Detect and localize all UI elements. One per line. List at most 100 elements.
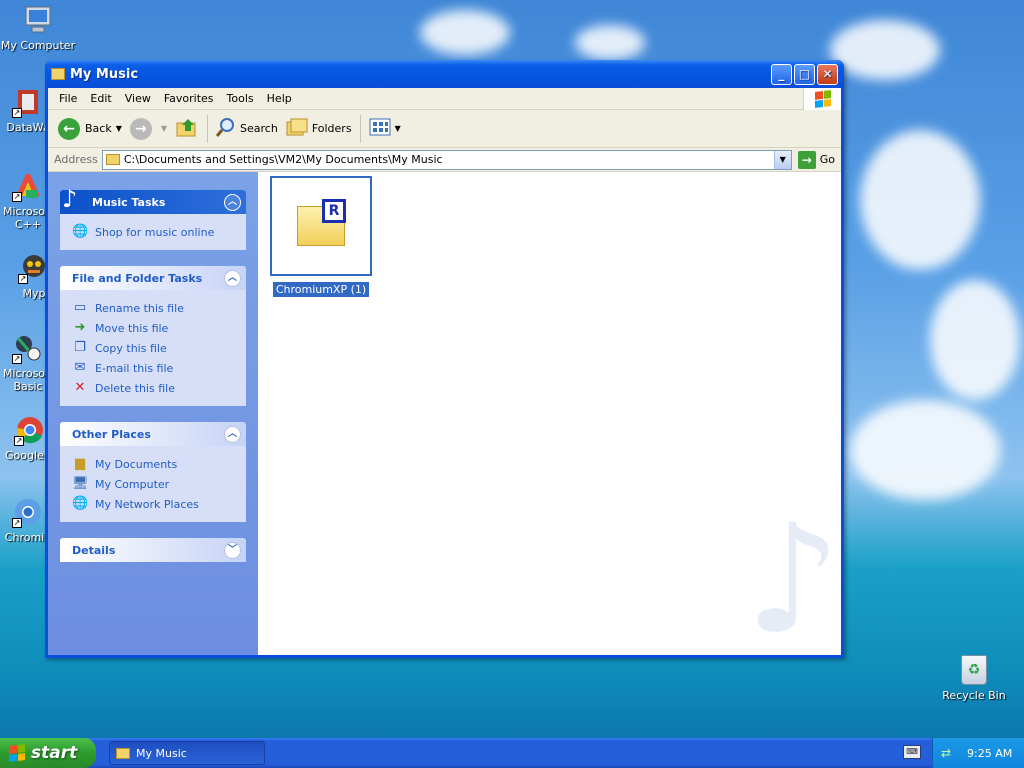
file-folder-tasks-header[interactable]: File and Folder Tasks ︿ bbox=[60, 266, 246, 290]
shortcut-arrow-icon: ↗ bbox=[14, 436, 24, 446]
file-view[interactable]: R ChromiumXP (1) ♪ bbox=[258, 172, 841, 655]
address-bar: Address C:\Documents and Settings\VM2\My… bbox=[48, 148, 841, 172]
cloud bbox=[420, 10, 510, 55]
task-move[interactable]: ➜ Move this file bbox=[72, 318, 236, 338]
datawa-icon: ↗ bbox=[12, 86, 44, 118]
details-header[interactable]: Details ﹀ bbox=[60, 538, 246, 562]
chevron-down-icon[interactable]: ▼ bbox=[161, 124, 167, 133]
taskbar-button-label: My Music bbox=[136, 746, 187, 760]
my-music-window[interactable]: My Music _ □ ✕ File Edit View Favorites … bbox=[45, 60, 844, 658]
folder-up-icon bbox=[175, 115, 199, 142]
chevron-down-icon[interactable]: ▼ bbox=[395, 124, 401, 133]
toolbar-separator bbox=[207, 114, 209, 143]
task-copy[interactable]: ❐ Copy this file bbox=[72, 338, 236, 358]
window-title: My Music bbox=[70, 66, 139, 82]
task-label: Delete this file bbox=[95, 381, 175, 395]
email-icon: ✉ bbox=[74, 360, 86, 375]
windows-logo-icon bbox=[9, 744, 25, 762]
file-name[interactable]: ChromiumXP (1) bbox=[272, 282, 370, 297]
chevron-up-icon[interactable]: ︿ bbox=[224, 269, 241, 287]
chevron-down-icon[interactable]: ▼ bbox=[773, 150, 791, 169]
back-arrow-icon: ← bbox=[58, 117, 80, 140]
shortcut-arrow-icon: ↗ bbox=[12, 192, 22, 202]
folder-icon: ▆ bbox=[75, 456, 85, 471]
place-my-computer[interactable]: 🖥 My Computer bbox=[72, 474, 236, 494]
panel-title: Music Tasks bbox=[92, 195, 166, 209]
visual-cpp-icon: ↗ bbox=[12, 170, 44, 202]
window-titlebar[interactable]: My Music _ □ ✕ bbox=[45, 60, 844, 88]
chevron-down-icon[interactable]: ﹀ bbox=[224, 541, 241, 559]
recycle-bin-icon: ♻ bbox=[961, 655, 987, 685]
search-button[interactable]: Search bbox=[212, 114, 282, 144]
task-email[interactable]: ✉ E-mail this file bbox=[72, 358, 236, 378]
computer-icon bbox=[22, 4, 54, 36]
place-label: My Network Places bbox=[95, 497, 199, 511]
go-button[interactable]: → Go bbox=[792, 150, 841, 169]
up-button[interactable] bbox=[171, 114, 203, 144]
search-label: Search bbox=[240, 122, 278, 135]
network-icon: 🌐 bbox=[72, 496, 89, 511]
close-button[interactable]: ✕ bbox=[817, 63, 838, 85]
forward-button[interactable]: → ▼ bbox=[126, 114, 171, 144]
start-button[interactable]: start bbox=[0, 738, 96, 768]
network-icon[interactable]: ⇄ bbox=[941, 746, 957, 760]
shortcut-arrow-icon: ↗ bbox=[12, 108, 22, 118]
folders-button[interactable]: Folders bbox=[282, 114, 356, 144]
shortcut-arrow-icon: ↗ bbox=[12, 354, 22, 364]
music-tasks-header[interactable]: ♪ Music Tasks ︿ bbox=[60, 185, 246, 214]
task-pane: ♪ Music Tasks ︿ 🌐 Shop for music online … bbox=[48, 172, 258, 655]
address-label: Address bbox=[54, 153, 98, 166]
address-input[interactable]: C:\Documents and Settings\VM2\My Documen… bbox=[101, 149, 792, 170]
menu-edit[interactable]: Edit bbox=[85, 92, 119, 105]
folder-icon bbox=[105, 154, 120, 165]
views-button[interactable]: ▼ bbox=[365, 114, 405, 144]
music-tasks-panel: ♪ Music Tasks ︿ 🌐 Shop for music online bbox=[60, 185, 246, 250]
menu-favorites[interactable]: Favorites bbox=[159, 92, 222, 105]
music-note-watermark-icon: ♪ bbox=[745, 493, 841, 655]
task-label: Move this file bbox=[95, 321, 169, 335]
taskbar-button-my-music[interactable]: My Music bbox=[109, 741, 265, 765]
file-thumbnail[interactable]: R bbox=[270, 176, 372, 276]
place-label: My Computer bbox=[95, 477, 170, 491]
visual-basic-icon: ↗ bbox=[12, 332, 44, 364]
copy-icon: ❐ bbox=[74, 340, 86, 355]
place-my-network-places[interactable]: 🌐 My Network Places bbox=[72, 494, 236, 514]
task-rename[interactable]: ▭ Rename this file bbox=[72, 298, 236, 318]
chromium-icon: ↗ bbox=[12, 496, 44, 528]
cloud bbox=[830, 20, 940, 80]
task-shop-music[interactable]: 🌐 Shop for music online bbox=[72, 222, 236, 242]
menu-help[interactable]: Help bbox=[262, 92, 300, 105]
back-label: Back bbox=[85, 122, 112, 135]
clock[interactable]: 9:25 AM bbox=[967, 747, 1012, 760]
menu-view[interactable]: View bbox=[120, 92, 159, 105]
file-item[interactable]: R ChromiumXP (1) bbox=[270, 176, 372, 297]
move-icon: ➜ bbox=[74, 320, 86, 335]
chevron-up-icon[interactable]: ︿ bbox=[224, 193, 241, 211]
shortcut-arrow-icon: ↗ bbox=[12, 518, 22, 528]
desktop-icon-label: My Computer bbox=[0, 39, 76, 52]
desktop-icon-recycle-bin[interactable]: ♻ Recycle Bin bbox=[940, 655, 1008, 702]
go-arrow-icon: → bbox=[797, 150, 816, 169]
rename-icon: ▭ bbox=[73, 300, 87, 315]
globe-icon: 🌐 bbox=[72, 224, 89, 239]
taskbar: start My Music ⌨ ⇄ 9:25 AM bbox=[0, 738, 1024, 768]
menu-tools[interactable]: Tools bbox=[222, 92, 262, 105]
task-delete[interactable]: ✕ Delete this file bbox=[72, 378, 236, 398]
minimize-button[interactable]: _ bbox=[771, 63, 792, 85]
keyboard-icon[interactable]: ⌨ bbox=[903, 745, 921, 759]
windows-logo-icon bbox=[803, 88, 841, 110]
chevron-down-icon[interactable]: ▼ bbox=[116, 124, 122, 133]
back-button[interactable]: ← Back ▼ bbox=[54, 114, 126, 144]
place-my-documents[interactable]: ▆ My Documents bbox=[72, 454, 236, 474]
window-content: ♪ Music Tasks ︿ 🌐 Shop for music online … bbox=[48, 172, 841, 655]
file-folder-tasks-panel: File and Folder Tasks ︿ ▭ Rename this fil… bbox=[60, 266, 246, 406]
place-label: My Documents bbox=[95, 457, 178, 471]
cloud bbox=[930, 280, 1020, 400]
search-icon bbox=[215, 117, 236, 140]
chevron-up-icon[interactable]: ︿ bbox=[224, 425, 241, 443]
desktop-icon-my-computer[interactable]: My Computer bbox=[0, 4, 76, 52]
menu-file[interactable]: File bbox=[54, 92, 85, 105]
toolbar: ← Back ▼ → ▼ Search Folders ▼ bbox=[48, 110, 841, 148]
maximize-button[interactable]: □ bbox=[794, 63, 815, 85]
other-places-header[interactable]: Other Places ︿ bbox=[60, 422, 246, 446]
